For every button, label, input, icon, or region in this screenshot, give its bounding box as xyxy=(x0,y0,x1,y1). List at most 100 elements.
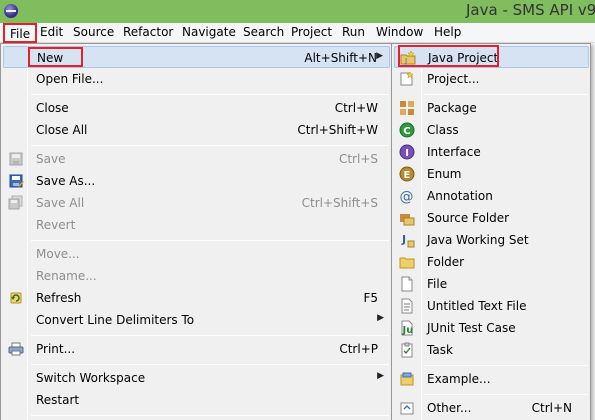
menu-item-close[interactable]: Close Ctrl+W xyxy=(3,97,390,119)
menu-bar: File Edit Source Refactor Navigate Searc… xyxy=(0,23,595,43)
menu-item-junit-test-case[interactable]: Ju JUnit Test Case xyxy=(394,317,589,339)
title-bar: Java - SMS API v9/su xyxy=(0,0,595,23)
menu-item-source-folder[interactable]: Source Folder xyxy=(394,207,589,229)
annotation-icon: @ xyxy=(399,188,415,204)
shortcut: Alt+Shift+N xyxy=(304,51,377,65)
enum-icon: E xyxy=(399,166,415,182)
menu-item-refresh[interactable]: Refresh F5 xyxy=(3,287,390,309)
menu-item-label: Save All xyxy=(36,196,85,210)
menu-window[interactable]: Window xyxy=(376,25,423,39)
refresh-icon xyxy=(8,290,24,306)
save-disk-icon xyxy=(8,151,24,167)
example-icon xyxy=(399,371,415,387)
menu-item-rename[interactable]: Rename... xyxy=(3,265,390,287)
menu-item-label: Move... xyxy=(36,247,80,261)
menu-item-untitled-text-file[interactable]: Untitled Text File xyxy=(394,295,589,317)
svg-text:E: E xyxy=(404,170,411,181)
menu-navigate[interactable]: Navigate xyxy=(182,25,236,39)
menu-item-label: Java Working Set xyxy=(427,233,529,247)
save-as-icon xyxy=(8,173,24,189)
menu-item-save[interactable]: Save Ctrl+S xyxy=(3,148,390,170)
shortcut: Ctrl+S xyxy=(338,152,378,166)
menu-item-print[interactable]: Print... Ctrl+P xyxy=(3,338,390,360)
other-wizard-icon xyxy=(399,400,415,416)
menu-item-convert-line-delimiters[interactable]: Convert Line Delimiters To ▶ xyxy=(3,309,390,331)
menu-item-close-all[interactable]: Close All Ctrl+Shift+W xyxy=(3,119,390,141)
menu-item-move[interactable]: Move... xyxy=(3,243,390,265)
menu-item-label: Rename... xyxy=(36,269,97,283)
source-folder-icon xyxy=(399,210,415,226)
menu-item-annotation[interactable]: @ Annotation xyxy=(394,185,589,207)
submenu-arrow-icon: ▶ xyxy=(377,313,384,323)
menu-item-interface[interactable]: I Interface xyxy=(394,141,589,163)
new-submenu: J Java Project Project... Package C Clas… xyxy=(391,43,591,420)
menu-item-project[interactable]: Project... xyxy=(394,68,589,90)
menu-item-label: Other... xyxy=(427,401,472,415)
shortcut: Ctrl+Shift+S xyxy=(301,196,378,210)
svg-text:J: J xyxy=(401,233,406,246)
menu-separator xyxy=(424,94,588,95)
menu-item-label: Class xyxy=(427,123,459,137)
interface-icon: I xyxy=(399,144,415,160)
menu-item-label: JUnit Test Case xyxy=(427,321,516,335)
menu-item-label: Save As... xyxy=(36,174,96,188)
menu-item-class[interactable]: C Class xyxy=(394,119,589,141)
menu-run[interactable]: Run xyxy=(342,25,365,39)
shortcut: Ctrl+W xyxy=(334,101,378,115)
menu-item-label: Save xyxy=(36,152,66,166)
svg-text:@: @ xyxy=(400,189,414,204)
menu-separator xyxy=(31,364,389,365)
menu-item-label: Convert Line Delimiters To xyxy=(36,313,195,327)
text-file-icon xyxy=(399,298,415,314)
highlight-box xyxy=(398,45,499,67)
menu-refactor[interactable]: Refactor xyxy=(123,25,173,39)
menu-help[interactable]: Help xyxy=(434,25,461,39)
menu-item-label: Project... xyxy=(427,72,480,86)
menu-item-enum[interactable]: E Enum xyxy=(394,163,589,185)
menu-item-restart[interactable]: Restart xyxy=(3,389,390,411)
svg-text:C: C xyxy=(403,126,410,137)
menu-item-file[interactable]: File xyxy=(394,273,589,295)
menu-item-open-file[interactable]: Open File... xyxy=(3,68,390,90)
menu-item-package[interactable]: Package xyxy=(394,97,589,119)
menu-separator xyxy=(31,94,389,95)
menu-separator xyxy=(31,240,389,241)
menu-item-label: File xyxy=(427,277,448,291)
menu-separator xyxy=(31,335,389,336)
shortcut: Ctrl+Shift+W xyxy=(297,123,378,137)
menu-edit[interactable]: Edit xyxy=(40,25,63,39)
svg-text:I: I xyxy=(405,148,409,159)
menu-item-save-as[interactable]: Save As... xyxy=(3,170,390,192)
menu-item-save-all[interactable]: Save All Ctrl+Shift+S xyxy=(3,192,390,214)
menu-item-revert[interactable]: Revert xyxy=(3,214,390,236)
menu-item-label: Untitled Text File xyxy=(427,299,527,313)
menu-item-label: Example... xyxy=(427,372,491,386)
menu-item-label: Interface xyxy=(427,145,481,159)
submenu-arrow-icon: ▶ xyxy=(376,51,383,61)
menu-source[interactable]: Source xyxy=(73,25,114,39)
eclipse-logo-icon[interactable] xyxy=(4,4,18,18)
menu-file[interactable]: File xyxy=(3,23,38,43)
menu-item-example[interactable]: Example... xyxy=(394,368,589,390)
menu-item-label: Revert xyxy=(36,218,76,232)
menu-project[interactable]: Project xyxy=(291,25,332,39)
menu-item-switch-workspace[interactable]: Switch Workspace ▶ xyxy=(3,367,390,389)
menu-item-other[interactable]: Other... Ctrl+N xyxy=(394,397,589,419)
menu-item-java-working-set[interactable]: J Java Working Set xyxy=(394,229,589,251)
menu-item-folder[interactable]: Folder xyxy=(394,251,589,273)
submenu-arrow-icon: ▶ xyxy=(377,371,384,381)
menu-item-label: Print... xyxy=(36,342,76,356)
class-icon: C xyxy=(399,122,415,138)
file-menu: New Alt+Shift+N ▶ Open File... Close Ctr… xyxy=(0,43,392,420)
menu-item-task[interactable]: Task xyxy=(394,339,589,361)
menu-item-label: Close xyxy=(36,101,69,115)
menu-search[interactable]: Search xyxy=(243,25,284,39)
window-title: Java - SMS API v9/su xyxy=(466,1,595,19)
package-icon xyxy=(399,100,415,116)
folder-icon xyxy=(399,254,415,270)
shortcut: Ctrl+N xyxy=(531,401,572,415)
menu-item-label: Enum xyxy=(427,167,462,181)
highlight-box xyxy=(28,47,83,67)
menu-item-label: Source Folder xyxy=(427,211,510,225)
menu-item-label: Close All xyxy=(36,123,88,137)
